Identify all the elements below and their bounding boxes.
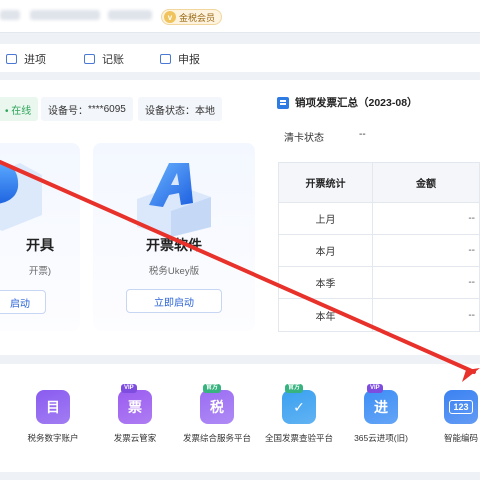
annotation-arrow bbox=[0, 160, 480, 382]
